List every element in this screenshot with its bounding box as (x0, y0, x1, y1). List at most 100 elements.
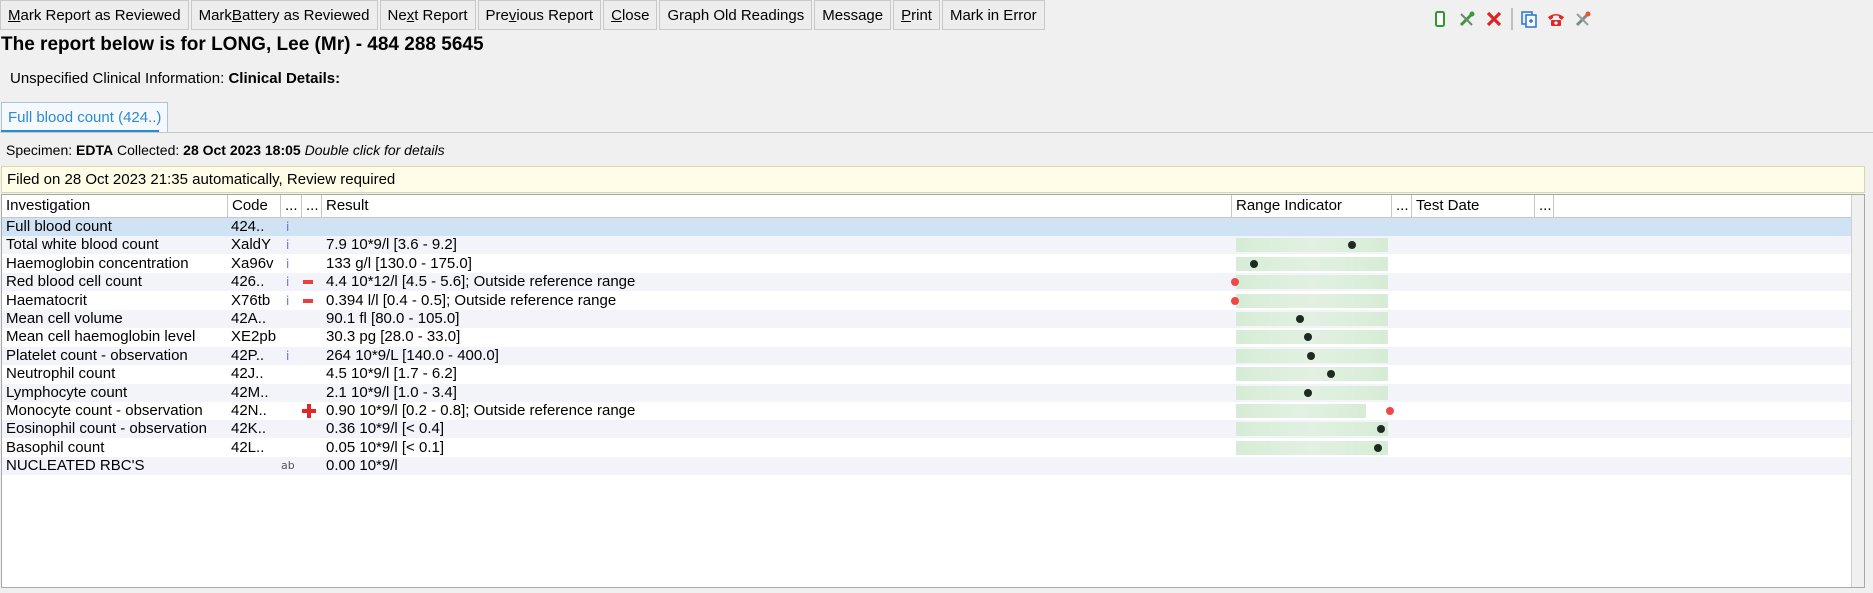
range-bar (1236, 440, 1388, 455)
range-bar (1236, 275, 1388, 290)
col-extra-4[interactable]: ... (1535, 195, 1554, 217)
collected-date: 28 Oct 2023 18:05 (183, 142, 301, 158)
graph-old-readings-button[interactable]: Graph Old Readings (659, 0, 813, 30)
specimen-line[interactable]: Specimen: EDTA Collected: 28 Oct 2023 18… (6, 142, 445, 158)
col-extra-3[interactable]: ... (1392, 195, 1412, 217)
button-label-part: lose (621, 6, 650, 24)
button-label-part: Mark in Error (949, 6, 1037, 24)
report-title: The report below is for LONG, Lee (Mr) -… (1, 34, 484, 55)
button-label-part: Ne (387, 6, 407, 24)
close-button[interactable]: Close (603, 0, 658, 30)
tab-bar: Full blood count (424..) (0, 102, 1873, 133)
mark-report-reviewed-button[interactable]: Mark Report as Reviewed (0, 0, 189, 30)
info-icon[interactable]: i (286, 218, 289, 236)
range-dot (1386, 407, 1394, 415)
table-row[interactable]: Platelet count - observation 42P.. i 264 10… (2, 346, 1864, 365)
specimen-type: EDTA (76, 142, 114, 158)
range-dot (1307, 351, 1316, 360)
button-label-part: rint (911, 6, 932, 24)
button-label-part: v (508, 6, 517, 24)
tools-grey-icon[interactable] (1573, 9, 1593, 29)
range-dot (1231, 296, 1239, 305)
text-icon[interactable]: ab (281, 457, 295, 475)
col-investigation[interactable]: Investigation (2, 195, 228, 217)
range-bar (1236, 330, 1388, 345)
range-bar (1236, 422, 1388, 437)
table-row[interactable]: Haemoglobin concentration Xa96v i 133 g/l [… (2, 255, 1864, 273)
filed-banner: Filed on 28 Oct 2023 21:35 automatically… (1, 166, 1865, 193)
table-row[interactable]: Red blood cell count 426.. i 4.4 10*12/l [4… (2, 273, 1864, 292)
investigation-cell: Total white blood count (6, 236, 159, 254)
grid-header: Investigation Code...... Result Range Indic… (2, 195, 1864, 218)
info-icon[interactable]: i (286, 255, 289, 273)
range-dot (1326, 370, 1335, 379)
info-icon[interactable]: i (286, 292, 289, 310)
table-row[interactable]: Total white blood count XaldY i 7.9 10*9/l … (2, 236, 1864, 255)
col-result[interactable]: Result (322, 195, 1232, 217)
next-report-button[interactable]: Ne x t Report (379, 0, 476, 30)
specimen-hint: Double click for details (304, 142, 445, 158)
info-icon[interactable]: i (286, 273, 289, 291)
investigation-cell: Mean cell volume (6, 310, 123, 327)
investigation-cell: Basophil count (6, 438, 105, 456)
col-code[interactable]: Code (228, 195, 281, 217)
investigation-cell: Monocyte count - observation (6, 402, 203, 419)
table-row[interactable]: Basophil count 42L.. 0.05 10*9/l [< 0.1] (2, 439, 1864, 457)
results-grid[interactable]: Investigation Code...... Result Range Indic… (1, 194, 1865, 588)
vertical-scrollbar[interactable] (1851, 195, 1864, 587)
button-label-part: C (611, 6, 622, 24)
info-icon[interactable]: i (286, 236, 289, 254)
print-button[interactable]: Print (893, 0, 940, 30)
button-label-part: M (8, 6, 21, 24)
copy-icon[interactable] (1519, 9, 1539, 29)
result-cell: 264 10*9/L [140.0 - 400.0] (326, 346, 499, 364)
table-row[interactable]: Full blood count 424.. i (2, 218, 1864, 236)
collected-label: Collected: (117, 142, 180, 158)
button-label-part: B (231, 6, 242, 24)
table-row[interactable]: NUCLEATED RBC'S ab 0.00 10*9/l (2, 457, 1864, 476)
button-label-part: Pre (485, 6, 509, 24)
button-label-part: Message (822, 6, 884, 24)
button-label-part: ious Report (516, 6, 594, 24)
previous-report-button[interactable]: Pre v ious Report (477, 0, 602, 30)
code-cell: XaldY (231, 236, 272, 254)
mark-battery-reviewed-button[interactable]: Mark Battery as Reviewed (190, 0, 378, 30)
investigation-cell: Platelet count - observation (6, 346, 188, 364)
telephone-icon[interactable] (1546, 9, 1566, 29)
code-cell: 42N.. (231, 402, 267, 419)
mark-in-error-button[interactable]: Mark in Error (941, 0, 1045, 30)
range-bar (1236, 367, 1388, 382)
message-button[interactable]: Message (814, 0, 892, 30)
info-icon[interactable]: i (286, 347, 289, 365)
investigation-cell: NUCLEATED RBC'S (6, 457, 145, 475)
table-row[interactable]: Neutrophil count 42J.. 4.5 10*9/l [1.7 - 6… (2, 365, 1864, 383)
tab-full-blood-count[interactable]: Full blood count (424..) (1, 102, 169, 132)
close-red-icon[interactable] (1484, 9, 1504, 29)
result-cell: 0.394 l/l [0.4 - 0.5]; Outside reference… (326, 291, 617, 309)
result-cell: 0.00 10*9/l (326, 457, 398, 475)
range-bar (1236, 238, 1388, 253)
low-flag-icon (302, 273, 314, 291)
table-row[interactable]: Haematocrit X76tb i 0.394 l/l [0.4 - 0.5]; … (2, 292, 1864, 310)
result-cell: 0.90 10*9/l [0.2 - 0.8]; Outside referen… (326, 402, 636, 419)
table-row[interactable]: Monocyte count - observation 42N.. 0.90 10… (2, 402, 1864, 420)
tools-icon[interactable] (1457, 9, 1477, 29)
result-cell: 133 g/l [130.0 - 175.0] (326, 254, 472, 272)
col-extra-2[interactable]: ... (302, 195, 322, 217)
col-range-indicator[interactable]: Range Indicator (1232, 195, 1392, 217)
result-cell: 30.3 pg [28.0 - 33.0] (326, 328, 461, 346)
code-cell: 42M.. (231, 383, 269, 401)
phone-icon[interactable] (1430, 9, 1450, 29)
button-label-part: P (901, 6, 912, 24)
table-row[interactable]: Mean cell volume 42A.. 90.1 fl [80.0 - 105… (2, 310, 1864, 328)
button-label-part: attery as Reviewed (241, 6, 370, 24)
table-row[interactable]: Lymphocyte count 42M.. 2.1 10*9/l [1.0 - 3… (2, 383, 1864, 402)
table-row[interactable]: Mean cell haemoglobin level XE2pb 30.3 pg … (2, 328, 1864, 346)
result-cell: 7.9 10*9/l [3.6 - 9.2] (326, 236, 457, 254)
col-test-date[interactable]: Test Date (1412, 195, 1535, 217)
table-row[interactable]: Eosinophil count - observation 42K.. 0.36 … (2, 420, 1864, 439)
button-label-part: x (406, 6, 415, 24)
col-extra-1[interactable]: ... (281, 195, 302, 217)
specimen-label: Specimen: (6, 142, 73, 158)
code-cell: 42A.. (231, 310, 267, 327)
